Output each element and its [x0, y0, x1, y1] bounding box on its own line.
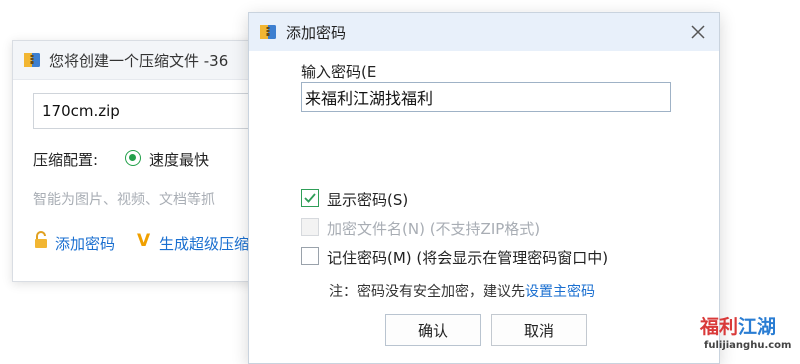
close-icon[interactable] — [687, 21, 709, 43]
remember-password-label: 记住密码(M) (将会显示在管理密码窗口中) — [327, 249, 609, 267]
compress-config-label: 压缩配置: — [33, 151, 99, 169]
watermark-url: fulijianghu.com — [704, 340, 792, 351]
encrypt-filename-checkbox — [301, 218, 319, 236]
watermark-cn: 福利江湖 — [700, 312, 776, 339]
compress-config-value[interactable]: 速度最快 — [149, 149, 209, 170]
filename-field[interactable]: 170cm.zip — [33, 93, 265, 129]
super-compress-link[interactable]: 生成超级压缩 — [159, 233, 249, 254]
encrypt-filename-label: 加密文件名(N) (不支持ZIP格式) — [327, 220, 541, 238]
show-password-checkbox[interactable] — [301, 189, 319, 207]
set-master-password-link[interactable]: 设置主密码 — [525, 284, 595, 300]
password-label: 输入密码(E — [301, 63, 377, 81]
speed-fastest-radio[interactable] — [125, 150, 141, 166]
cancel-button[interactable]: 取消 — [491, 314, 587, 346]
v-badge-icon: V — [137, 231, 151, 251]
zip-archive-icon — [23, 51, 41, 73]
watermark-cn-part2: 江湖 — [738, 316, 777, 338]
watermark-logo: 福利江湖 fulijianghu.com — [698, 312, 798, 362]
password-input[interactable] — [301, 82, 671, 112]
compress-window-titlebar: 您将创建一个压缩文件 -36 — [13, 41, 265, 80]
ok-button[interactable]: 确认 — [385, 314, 481, 346]
remember-password-checkbox[interactable] — [301, 247, 319, 265]
watermark-cn-part1: 福利 — [700, 316, 739, 338]
security-note: 注：密码没有安全加密，建议先设置主密码 — [329, 281, 595, 301]
security-note-text: 注：密码没有安全加密，建议先 — [329, 284, 525, 300]
compress-window: 您将创建一个压缩文件 -36 170cm.zip 压缩配置: 速度最快 智能为图… — [12, 40, 266, 282]
zip-archive-icon — [259, 23, 277, 45]
add-password-link[interactable]: 添加密码 — [55, 233, 115, 254]
show-password-label: 显示密码(S) — [327, 191, 409, 209]
dialog-title: 添加密码 — [286, 24, 347, 42]
compress-window-title: 您将创建一个压缩文件 -36 — [49, 52, 229, 70]
lock-icon — [33, 231, 49, 253]
dialog-titlebar: 添加密码 — [249, 13, 719, 51]
filename-value: 170cm.zip — [42, 102, 120, 120]
compress-hint: 智能为图片、视频、文档等抓 — [33, 192, 215, 208]
add-password-dialog: 添加密码 输入密码(E 显示密码(S) 加密文件名(N) (不支持ZIP格式) … — [248, 12, 720, 364]
